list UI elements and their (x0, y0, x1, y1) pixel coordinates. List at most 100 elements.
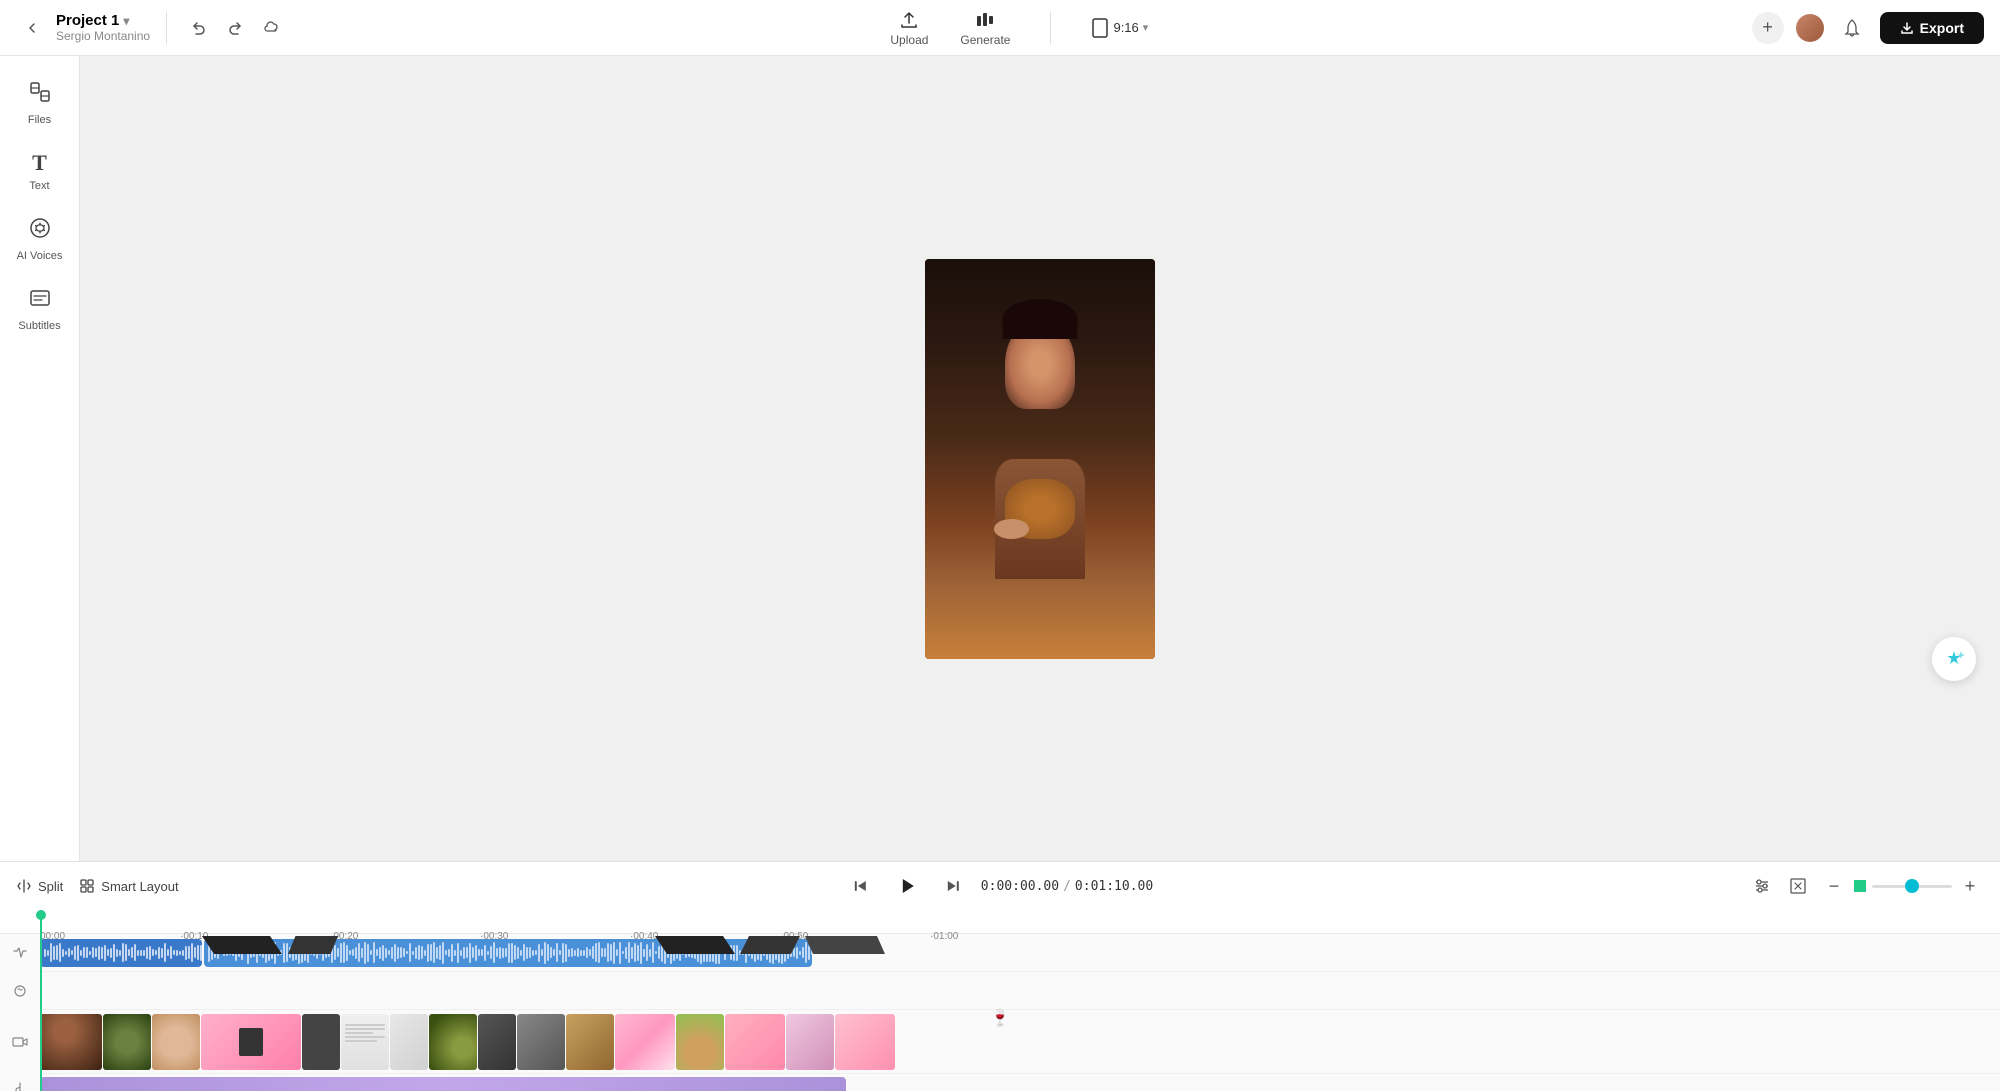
sidebar: Files T Text AI Voices Subtitles (0, 56, 80, 861)
export-button[interactable]: Export (1880, 12, 1984, 44)
header-left: Project 1 ▾ Sergio Montanino (16, 12, 287, 44)
ratio-dropdown-icon: ▾ (1143, 21, 1149, 34)
divider (166, 12, 167, 44)
thumb-5[interactable] (517, 1014, 565, 1070)
equalizer-button[interactable] (1748, 872, 1776, 900)
files-icon (28, 80, 52, 110)
redo-button[interactable] (219, 12, 251, 44)
playhead-head (36, 910, 46, 920)
playback-controls: 0:00:00.00 / 0:01:10.00 (847, 868, 1153, 904)
thumb-6[interactable] (566, 1014, 614, 1070)
tracks-container: // Generate waveform bars for(let i=0; i… (0, 934, 2000, 1091)
thumb-doc[interactable] (341, 1014, 389, 1070)
track-icon-music[interactable] (0, 1074, 40, 1091)
sidebar-item-files[interactable]: Files (6, 72, 74, 134)
audio-segment-1[interactable]: // Generate waveform bars for(let i=0; i… (40, 939, 202, 967)
ratio-label: 9:16 (1113, 20, 1138, 35)
project-title[interactable]: Project 1 ▾ (56, 12, 150, 29)
back-button[interactable] (16, 12, 48, 44)
project-info: Project 1 ▾ Sergio Montanino (56, 12, 150, 43)
split-label: Split (38, 879, 63, 894)
notification-button[interactable] (1836, 12, 1868, 44)
music-track-row (40, 1074, 2000, 1091)
thumb-pink-5[interactable] (835, 1014, 895, 1070)
header-divider-2 (1050, 12, 1051, 44)
scene-marker-4 (740, 936, 800, 954)
project-dropdown-icon[interactable]: ▾ (123, 14, 129, 28)
scene-marker-2 (288, 936, 338, 954)
thumb-pink-2[interactable] (615, 1014, 675, 1070)
timeline-left-controls: Split Smart Layout (0, 878, 179, 894)
generate-label: Generate (960, 33, 1010, 47)
project-subtitle: Sergio Montanino (56, 29, 150, 43)
header-center: Upload Generate 9:16 ▾ (299, 9, 1740, 47)
play-button[interactable] (889, 868, 925, 904)
track-icon-audio-2[interactable] (0, 972, 40, 1010)
files-label: Files (28, 114, 51, 126)
sidebar-item-subtitles[interactable]: Subtitles (6, 278, 74, 340)
sidebar-item-ai-voices[interactable]: AI Voices (6, 208, 74, 270)
thumb-pet[interactable] (676, 1014, 724, 1070)
ai-voices-icon (28, 216, 52, 246)
zoom-out-button[interactable]: − (1820, 872, 1848, 900)
thumb-light-1[interactable] (390, 1014, 428, 1070)
video-preview (925, 259, 1155, 659)
scene-marker-5 (805, 936, 885, 954)
skip-forward-button[interactable] (939, 872, 967, 900)
sidebar-item-text[interactable]: T Text (6, 142, 74, 200)
timeline-area: Split Smart Layout 0:00:00.00 / 0:01:10.… (0, 861, 2000, 1091)
main-area: Files T Text AI Voices Subtitles (0, 56, 2000, 861)
skip-back-button[interactable] (847, 872, 875, 900)
text-icon: T (32, 150, 47, 176)
thumb-pink-3[interactable] (725, 1014, 785, 1070)
scene-marker-1 (202, 936, 282, 954)
user-avatar[interactable] (1796, 14, 1824, 42)
smart-layout-button[interactable]: Smart Layout (79, 878, 178, 894)
timeline-ruler: 00:00 ·00:10 ·00:20 ·00:30 ·00:40 ·00:50… (0, 910, 2000, 934)
text-label: Text (29, 180, 49, 192)
cloud-save-button[interactable] (255, 12, 287, 44)
zoom-slider[interactable] (1872, 885, 1952, 888)
timeline-controls-wrapper: Split Smart Layout 0:00:00.00 / 0:01:10.… (0, 862, 2000, 910)
music-track[interactable] (40, 1077, 846, 1091)
zoom-indicator (1854, 880, 1866, 892)
total-timecode: 0:01:10.00 (1075, 879, 1153, 894)
undo-button[interactable] (183, 12, 215, 44)
thumb-pink-4[interactable] (786, 1014, 834, 1070)
thumb-3[interactable] (152, 1014, 200, 1070)
audio-track-2 (40, 972, 2000, 1010)
track-icon-video[interactable] (0, 1010, 40, 1074)
upload-label: Upload (890, 33, 928, 47)
generate-button[interactable]: Generate (960, 9, 1010, 47)
timecode-display: 0:00:00.00 / 0:01:10.00 (981, 879, 1153, 894)
split-button[interactable]: Split (16, 878, 63, 894)
ratio-selector[interactable]: 9:16 ▾ (1091, 17, 1148, 39)
undo-redo-group (183, 12, 287, 44)
thumb-pink-1[interactable] (201, 1014, 301, 1070)
timecode-separator: / (1063, 879, 1071, 894)
upload-button[interactable]: Upload (890, 9, 928, 47)
video-track: 🍷 (40, 1010, 2000, 1074)
audio-track-1: // Generate waveform bars for(let i=0; i… (40, 934, 2000, 972)
fit-button[interactable] (1784, 872, 1812, 900)
subtitles-icon (28, 286, 52, 316)
magic-button[interactable] (1932, 637, 1976, 681)
zoom-in-button[interactable]: + (1956, 872, 1984, 900)
track-icon-audio-1[interactable] (0, 934, 40, 972)
header-right: + Export (1752, 12, 1984, 44)
timeline-tracks-area: 00:00 ·00:10 ·00:20 ·00:30 ·00:40 ·00:50… (0, 910, 2000, 1091)
ai-voices-label: AI Voices (17, 250, 63, 262)
timeline-right-controls: − + (1748, 872, 2000, 900)
thumb-1[interactable] (40, 1014, 102, 1070)
thumb-bird[interactable] (429, 1014, 477, 1070)
track-icons (0, 934, 40, 1091)
export-label: Export (1920, 20, 1964, 36)
thumb-2[interactable] (103, 1014, 151, 1070)
thumb-dark-2[interactable]: 🍷 (478, 1014, 516, 1070)
current-timecode: 0:00:00.00 (981, 879, 1059, 894)
smart-layout-label: Smart Layout (101, 879, 178, 894)
thumb-dark-1[interactable] (302, 1014, 340, 1070)
collab-button[interactable]: + (1752, 12, 1784, 44)
subtitles-label: Subtitles (18, 320, 60, 332)
scene-marker-3 (655, 936, 735, 954)
